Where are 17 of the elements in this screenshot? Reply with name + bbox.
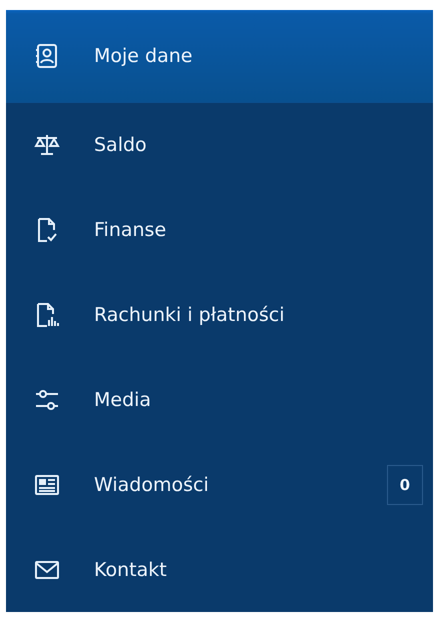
menu-label: Kontakt: [94, 558, 168, 581]
menu-label: Moje dane: [94, 44, 194, 67]
menu-item[interactable]: Finanse: [6, 188, 433, 273]
menu-label: Media: [94, 388, 152, 411]
menu-item[interactable]: Media: [6, 357, 433, 442]
document-chart-icon: [34, 302, 60, 328]
contact-card-icon: [34, 42, 60, 69]
menu-item[interactable]: Kontakt: [6, 527, 433, 612]
menu-label: Rachunki i płatności: [94, 304, 286, 326]
menu-item[interactable]: Saldo: [6, 102, 433, 188]
count-badge: 0: [386, 464, 423, 505]
menu-item[interactable]: Wiadomości 0: [6, 442, 433, 528]
menu-label: Saldo: [94, 134, 148, 156]
menu-item[interactable]: Rachunki i płatności: [6, 272, 433, 358]
menu-label: Finanse: [94, 219, 168, 242]
menu-item[interactable]: Moje dane: [6, 10, 433, 103]
menu-label: Wiadomości: [94, 474, 210, 496]
